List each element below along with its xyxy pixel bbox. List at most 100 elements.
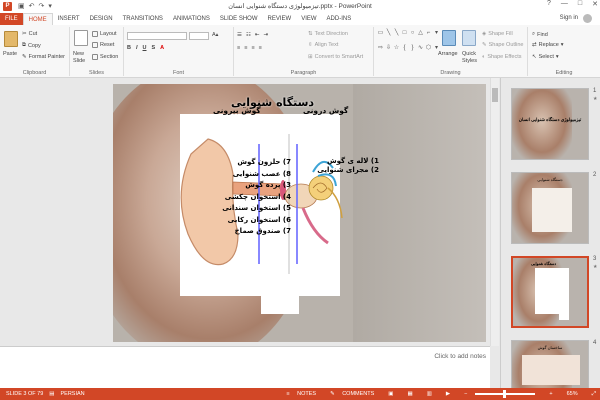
tab-add-ins[interactable]: ADD-INS (322, 13, 357, 25)
indent-icon[interactable]: ⇤ (255, 32, 260, 38)
tab-transitions[interactable]: TRANSITIONS (118, 13, 168, 25)
strikethrough-icon[interactable]: S (152, 45, 156, 51)
notes-toggle[interactable]: ≡ NOTES (286, 391, 316, 397)
arrange-button[interactable]: Arrange (438, 51, 458, 57)
text-direction-button[interactable]: ⇅ Text Direction (308, 31, 348, 37)
bold-icon[interactable]: B (127, 45, 131, 51)
zoom-out-icon[interactable]: − (464, 391, 467, 397)
shape-arrow-icon[interactable]: ⇨ (377, 45, 384, 59)
copy-button[interactable]: ⧉ Copy (22, 42, 41, 49)
new-slide-button[interactable]: New (73, 51, 84, 57)
reset-button[interactable]: Reset (92, 42, 114, 48)
underline-icon[interactable]: U (143, 45, 147, 51)
avatar[interactable] (583, 14, 592, 23)
tab-animations[interactable]: ANIMATIONS (168, 13, 215, 25)
italic-icon[interactable]: I (136, 45, 138, 51)
arrange-icon[interactable] (442, 30, 456, 46)
font-name-combo[interactable] (127, 32, 187, 40)
legend-left[interactable]: 7) حلزون گوش 8) عصب شنوایی 3) پرده گوش 4… (191, 157, 291, 238)
layout-button[interactable]: Layout (92, 31, 117, 37)
language-indicator[interactable]: PERSIAN (61, 391, 85, 397)
tab-file[interactable]: FILE (0, 13, 23, 25)
tab-slide-show[interactable]: SLIDE SHOW (215, 13, 263, 25)
shape-brace-icon[interactable]: { (401, 45, 408, 59)
align-center-icon[interactable]: ≡ (244, 45, 247, 51)
shape-more-icon[interactable]: ▾ (433, 30, 440, 44)
restore-button[interactable]: □ (578, 0, 582, 8)
shape-fill-button[interactable]: ◈ Shape Fill (482, 31, 513, 37)
numbering-icon[interactable]: ☷ (246, 32, 251, 38)
outer-ear-label[interactable]: گوش بیرونی (213, 106, 261, 115)
replace-button[interactable]: ⇄ Replace ▾ (532, 42, 564, 48)
tab-insert[interactable]: INSERT (53, 13, 85, 25)
tab-view[interactable]: VIEW (296, 13, 321, 25)
shape-curve-icon[interactable]: ∿ (417, 45, 424, 59)
slide-thumbnail-4[interactable]: ساختمان گوش (511, 340, 589, 388)
slide-thumbnail-3[interactable]: دستگاه شنوایی (511, 256, 589, 328)
shapes-gallery[interactable]: ▭ ╲ ╲ □ ○ △ ⌐ ▾ ⇨ ⇩ ☆ { } ∿ ⬡ ▾ (377, 30, 440, 59)
slide-thumbnail-1[interactable]: تیزمیولوژی دستگاه شنوایی انسان (511, 88, 589, 160)
grow-font-icon[interactable]: A▴ (212, 32, 218, 38)
quick-styles-button[interactable]: Quick (462, 51, 476, 57)
slide-thumbnail-2[interactable]: دستگاه شنوایی (511, 172, 589, 244)
zoom-level[interactable]: 65% (567, 391, 578, 397)
justify-icon[interactable]: ≡ (259, 45, 262, 51)
font-size-combo[interactable] (189, 32, 209, 40)
shape-brace2-icon[interactable]: } (409, 45, 416, 59)
thumbnail-number: 2 (593, 172, 597, 178)
outdent-icon[interactable]: ⇥ (263, 32, 268, 38)
tab-review[interactable]: REVIEW (263, 13, 297, 25)
paste-button[interactable]: Paste (3, 51, 17, 57)
shape-star-icon[interactable]: ☆ (393, 45, 400, 59)
zoom-slider-knob[interactable] (503, 390, 507, 398)
notes-pane[interactable]: Click to add notes (0, 346, 490, 388)
scrollbar-thumb[interactable] (492, 88, 498, 102)
align-right-icon[interactable]: ≡ (251, 45, 254, 51)
slide-scrollbar[interactable] (490, 78, 499, 346)
cut-button[interactable]: ✂ Cut (22, 31, 37, 37)
section-icon (92, 54, 98, 60)
proofing-icon[interactable]: ▤ (49, 391, 54, 397)
help-button[interactable]: ? (547, 0, 551, 8)
shape-arrow2-icon[interactable]: ⇩ (385, 45, 392, 59)
section-button[interactable]: Section (92, 54, 118, 60)
reading-view-icon[interactable]: ▥ (427, 391, 432, 397)
shape-text-icon[interactable]: ▭ (377, 30, 384, 44)
shape-triangle-icon[interactable]: △ (417, 30, 424, 44)
sign-in-link[interactable]: Sign in (560, 15, 578, 21)
select-button[interactable]: ↖ Select ▾ (532, 54, 559, 60)
shape-oval-icon[interactable]: ○ (409, 30, 416, 44)
slide-canvas[interactable]: دستگاه شنوایی گوش بیرونی گوش درونی 1) لا… (113, 84, 486, 342)
bullets-icon[interactable]: ☰ (237, 32, 242, 38)
find-button[interactable]: ⌕ Find (532, 31, 548, 38)
fit-to-window-icon[interactable]: ⤢ (592, 391, 596, 398)
tab-design[interactable]: DESIGN (85, 13, 118, 25)
quick-styles-icon[interactable] (462, 30, 476, 46)
shape-effects-button[interactable]: ◐ Shape Effects (482, 54, 521, 60)
shape-line2-icon[interactable]: ╲ (393, 30, 400, 44)
legend-right[interactable]: 1) لاله ی گوش 2) مجرای شنوایی (309, 157, 379, 175)
smartart-button[interactable]: ⊞ Convert to SmartArt (308, 54, 363, 60)
normal-view-icon[interactable]: ▣ (388, 391, 393, 397)
paste-icon[interactable] (4, 31, 18, 47)
minimize-button[interactable]: — (561, 0, 568, 8)
inner-ear-label[interactable]: گوش درونی (303, 106, 348, 115)
shape-rect-icon[interactable]: □ (401, 30, 408, 44)
slideshow-icon[interactable]: ▶ (446, 391, 450, 397)
zoom-in-icon[interactable]: + (549, 391, 552, 397)
shape-line-icon[interactable]: ╲ (385, 30, 392, 44)
shape-elbow-icon[interactable]: ⌐ (425, 30, 432, 44)
notes-placeholder[interactable]: Click to add notes (434, 353, 486, 360)
tab-home[interactable]: HOME (22, 13, 53, 25)
format-painter-button[interactable]: ✎ Format Painter (22, 54, 65, 60)
slide-sorter-icon[interactable]: ▦ (408, 391, 413, 397)
align-text-button[interactable]: ⇳ Align Text (308, 42, 338, 48)
zoom-slider[interactable] (475, 390, 536, 398)
align-left-icon[interactable]: ≡ (237, 45, 240, 51)
close-button[interactable]: ✕ (592, 0, 598, 8)
new-slide-icon[interactable] (74, 30, 88, 46)
comments-toggle[interactable]: ✎ COMMENTS (330, 391, 374, 397)
font-color-icon[interactable]: A (160, 45, 164, 51)
shape-hex-icon[interactable]: ⬡ (425, 45, 432, 59)
shape-outline-button[interactable]: ✎ Shape Outline (482, 42, 523, 48)
